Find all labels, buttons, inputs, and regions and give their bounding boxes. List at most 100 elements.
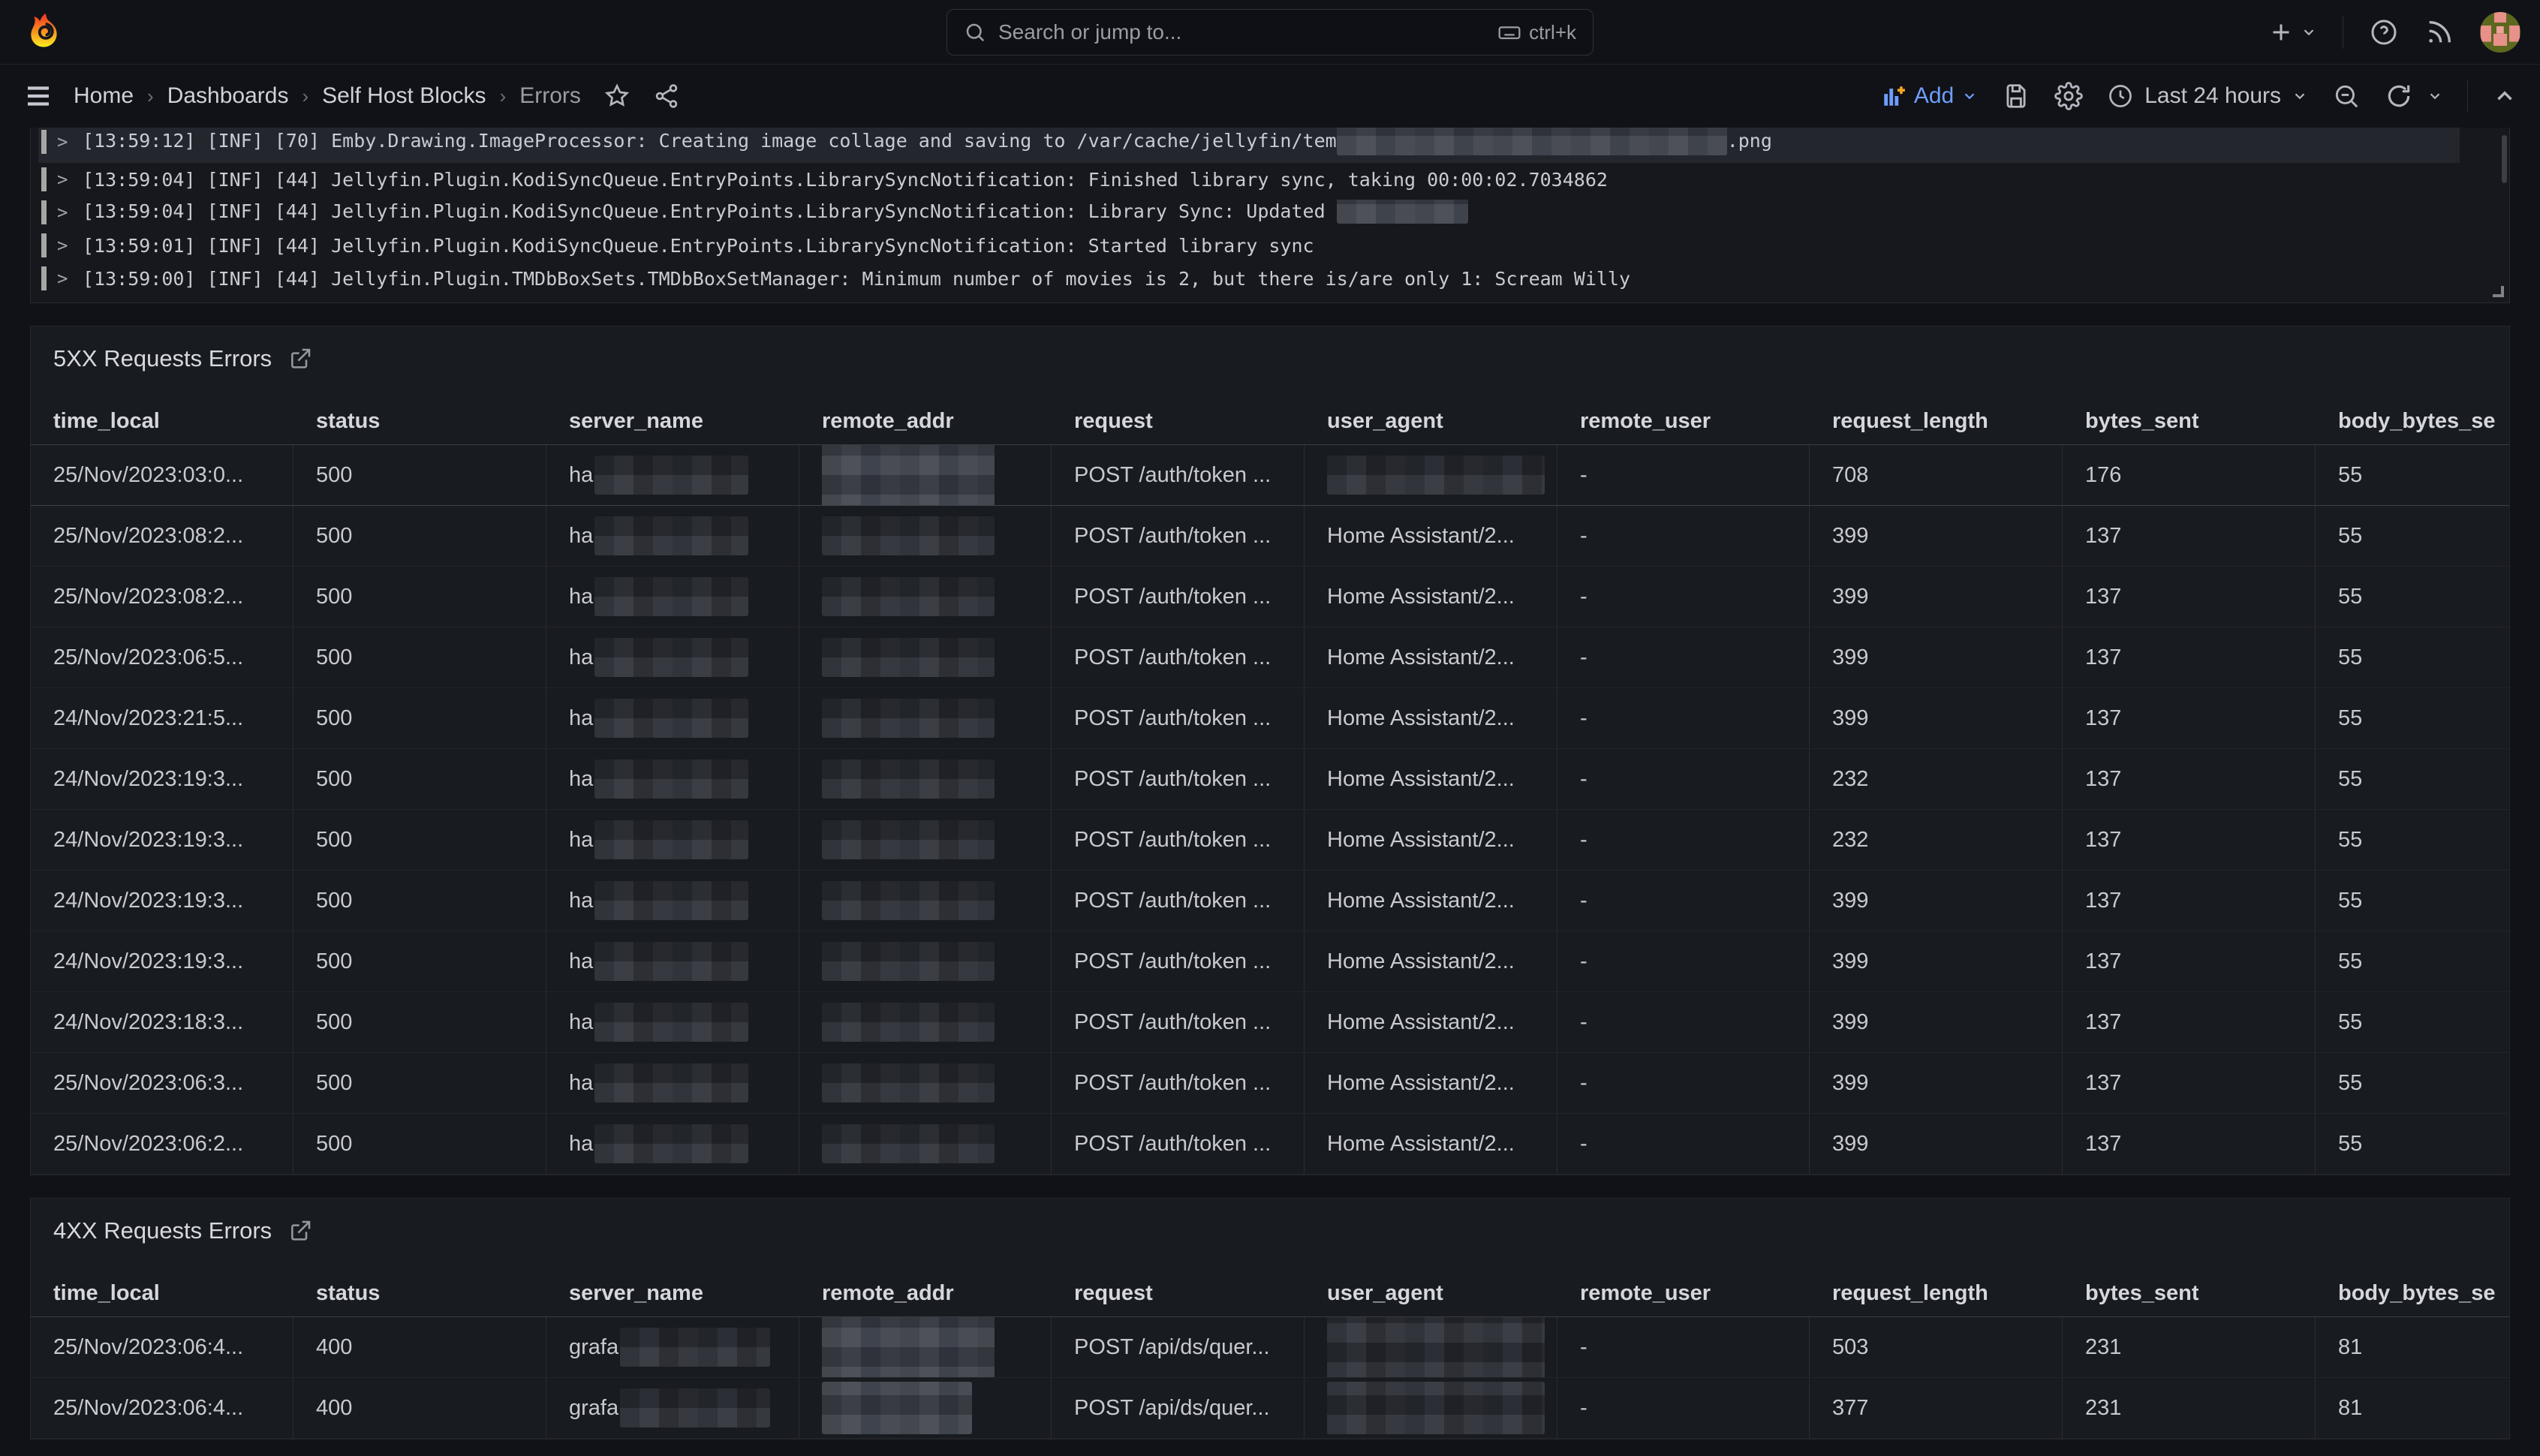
log-line[interactable]: >[13:59:04] [INF] [44] Jellyfin.Plugin.K… [38, 196, 2460, 229]
cell-request_length: 399 [1810, 688, 2063, 748]
external-link-icon[interactable] [288, 347, 312, 371]
breadcrumb-self-host-blocks[interactable]: Self Host Blocks [322, 83, 486, 109]
column-header-status[interactable]: status [293, 399, 546, 444]
cell-user_agent: Home Assistant/2... [1305, 1114, 1557, 1174]
table-row[interactable]: 24/Nov/2023:19:3...500haPOST /auth/token… [31, 871, 2509, 931]
table-row[interactable]: 24/Nov/2023:18:3...500haPOST /auth/token… [31, 992, 2509, 1053]
cell-text: 500 [316, 645, 352, 670]
cell-time_local: 25/Nov/2023:06:5... [31, 627, 293, 687]
cell-remote_addr [799, 810, 1052, 870]
table-row[interactable]: 24/Nov/2023:21:5...500haPOST /auth/token… [31, 688, 2509, 749]
panel-header[interactable]: 5XX Requests Errors [31, 326, 2509, 399]
column-header-status[interactable]: status [293, 1271, 546, 1316]
cell-text: POST /api/ds/quer... [1074, 1335, 1270, 1360]
expand-chevron-icon[interactable]: > [57, 202, 72, 223]
new-button[interactable] [2268, 19, 2317, 46]
cell-remote_user: - [1557, 445, 1810, 505]
column-header-request_length[interactable]: request_length [1810, 399, 2063, 444]
column-header-remote_user[interactable]: remote_user [1557, 399, 1810, 444]
table-row[interactable]: 25/Nov/2023:06:4...400grafaPOST /api/ds/… [31, 1317, 2509, 1378]
refresh-icon [2385, 82, 2413, 110]
save-icon[interactable] [2002, 82, 2030, 110]
column-header-server_name[interactable]: server_name [546, 1271, 799, 1316]
breadcrumb-home[interactable]: Home [74, 83, 134, 109]
avatar[interactable] [2480, 12, 2520, 53]
column-header-request_length[interactable]: request_length [1810, 1271, 2063, 1316]
expand-chevron-icon[interactable]: > [57, 235, 72, 256]
settings-gear-icon[interactable] [2054, 82, 2083, 110]
cell-text: 55 [2338, 949, 2362, 974]
column-header-remote_user[interactable]: remote_user [1557, 1271, 1810, 1316]
column-header-server_name[interactable]: server_name [546, 399, 799, 444]
panel-resize-handle[interactable] [2493, 286, 2504, 297]
table-row[interactable]: 25/Nov/2023:06:3...500haPOST /auth/token… [31, 1053, 2509, 1114]
column-header-user_agent[interactable]: user_agent [1305, 1271, 1557, 1316]
column-header-body_bytes_se[interactable]: body_bytes_se [2316, 1271, 2509, 1316]
cell-text: 399 [1832, 1010, 1868, 1035]
column-header-request[interactable]: request [1052, 399, 1305, 444]
cell-text: 81 [2338, 1335, 2362, 1360]
expand-chevron-icon[interactable]: > [57, 131, 72, 152]
table-row[interactable]: 24/Nov/2023:19:3...500haPOST /auth/token… [31, 749, 2509, 810]
column-header-time_local[interactable]: time_local [31, 399, 293, 444]
news-button[interactable] [2424, 17, 2454, 47]
refresh-control[interactable] [2385, 82, 2443, 110]
cell-request_length: 377 [1810, 1378, 2063, 1438]
cell-remote_addr [799, 1378, 1052, 1438]
panel-header[interactable]: 4XX Requests Errors [31, 1199, 2509, 1271]
cell-text: POST /auth/token ... [1074, 949, 1271, 974]
column-header-remote_addr[interactable]: remote_addr [799, 399, 1052, 444]
column-header-body_bytes_se[interactable]: body_bytes_se [2316, 399, 2509, 444]
jellyfin-logs-panel[interactable]: >[13:59:12] [INF] [70] Emby.Drawing.Imag… [30, 128, 2510, 303]
help-button[interactable] [2369, 17, 2399, 47]
column-header-user_agent[interactable]: user_agent [1305, 399, 1557, 444]
log-line[interactable]: >[13:59:04] [INF] [44] Jellyfin.Plugin.K… [38, 163, 2460, 196]
column-header-request[interactable]: request [1052, 1271, 1305, 1316]
cell-text: POST /auth/token ... [1074, 828, 1271, 853]
log-line[interactable]: >[13:59:01] [INF] [44] Jellyfin.Plugin.K… [38, 229, 2460, 262]
grafana-logo-icon[interactable] [24, 11, 66, 53]
table-row[interactable]: 25/Nov/2023:03:0...500haPOST /auth/token… [31, 445, 2509, 506]
cell-text: 500 [316, 889, 352, 913]
table-row[interactable]: 25/Nov/2023:06:5...500haPOST /auth/token… [31, 627, 2509, 688]
zoom-out-icon[interactable] [2332, 82, 2361, 110]
table-row[interactable]: 25/Nov/2023:08:2...500haPOST /auth/token… [31, 506, 2509, 567]
table-row[interactable]: 24/Nov/2023:19:3...500haPOST /auth/token… [31, 810, 2509, 871]
table-row[interactable]: 25/Nov/2023:08:2...500haPOST /auth/token… [31, 567, 2509, 627]
search-input[interactable]: Search or jump to... ctrl+k [946, 9, 1594, 56]
star-icon[interactable] [603, 83, 630, 110]
time-range-picker[interactable]: Last 24 hours [2107, 83, 2308, 110]
cell-text: 25/Nov/2023:06:5... [53, 645, 243, 670]
table-row[interactable]: 25/Nov/2023:06:4...400grafaPOST /api/ds/… [31, 1378, 2509, 1439]
cell-text: ha [569, 889, 593, 913]
table-row[interactable]: 25/Nov/2023:06:2...500haPOST /auth/token… [31, 1114, 2509, 1175]
table-row[interactable]: 24/Nov/2023:19:3...500haPOST /auth/token… [31, 931, 2509, 992]
cell-status: 500 [293, 931, 546, 991]
share-icon[interactable] [653, 83, 680, 110]
cell-text: ha [569, 463, 593, 488]
cell-text: 399 [1832, 706, 1868, 731]
collapse-up-icon[interactable] [2492, 83, 2517, 109]
cell-bytes_sent: 137 [2063, 688, 2316, 748]
external-link-icon[interactable] [288, 1219, 312, 1243]
add-panel-button[interactable]: Add [1881, 83, 1978, 109]
expand-chevron-icon[interactable]: > [57, 169, 72, 190]
column-header-time_local[interactable]: time_local [31, 1271, 293, 1316]
expand-chevron-icon[interactable]: > [57, 268, 72, 289]
menu-icon[interactable] [23, 80, 54, 112]
cell-time_local: 25/Nov/2023:08:2... [31, 506, 293, 566]
log-scrollbar[interactable] [2502, 135, 2507, 183]
cell-user_agent [1305, 445, 1557, 505]
column-header-bytes_sent[interactable]: bytes_sent [2063, 399, 2316, 444]
log-line[interactable]: >[13:59:00] [INF] [44] Jellyfin.Plugin.T… [38, 262, 2460, 295]
cell-body_bytes_se: 55 [2316, 871, 2509, 931]
redacted-block [620, 1388, 770, 1427]
redacted-block [1327, 1382, 1545, 1434]
log-line[interactable]: >[13:59:12] [INF] [70] Emby.Drawing.Imag… [38, 128, 2460, 163]
breadcrumb-dashboards[interactable]: Dashboards [167, 83, 289, 109]
breadcrumb: Home › Dashboards › Self Host Blocks › E… [74, 83, 581, 109]
cell-request: POST /api/ds/quer... [1052, 1317, 1305, 1377]
chevron-down-icon [2301, 24, 2317, 41]
column-header-bytes_sent[interactable]: bytes_sent [2063, 1271, 2316, 1316]
column-header-remote_addr[interactable]: remote_addr [799, 1271, 1052, 1316]
